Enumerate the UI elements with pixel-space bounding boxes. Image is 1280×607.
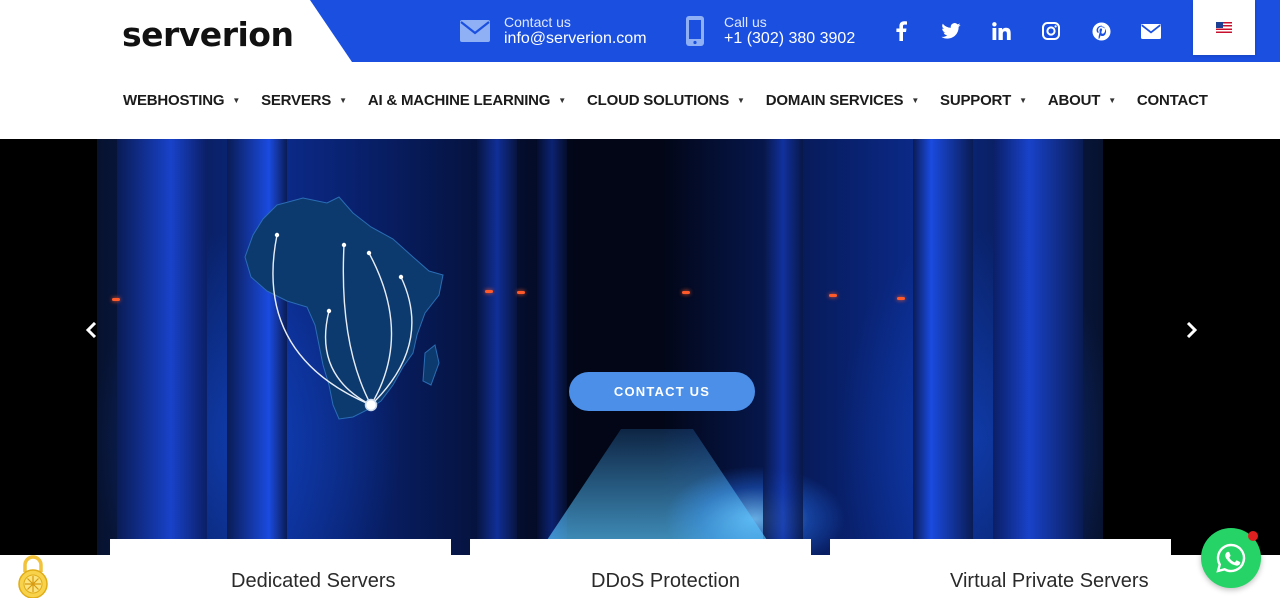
feature-card-dedicated-servers[interactable]: Dedicated Servers — [110, 539, 451, 607]
main-navigation: WEBHOSTING ▼ SERVERS ▼ AI & MACHINE LEARNI… — [0, 62, 1280, 139]
slider-prev-chevron-left-icon[interactable] — [80, 319, 102, 341]
feature-card-title: Virtual Private Servers — [950, 570, 1149, 592]
slider-next-chevron-right-icon[interactable] — [1181, 319, 1203, 341]
nav-item-label: SUPPORT — [940, 92, 1012, 109]
nav-item-webhosting[interactable]: WEBHOSTING ▼ — [123, 92, 240, 109]
nav-item-label: DOMAIN SERVICES — [765, 92, 904, 109]
contact-email-value[interactable]: info@serverion.com — [504, 30, 647, 48]
caret-down-icon: ▼ — [232, 96, 241, 105]
feature-card-title: Dedicated Servers — [231, 570, 396, 592]
contact-us-button[interactable]: CONTACT US — [569, 372, 755, 411]
nav-item-ai-machine-learning[interactable]: AI & MACHINE LEARNING ▼ — [368, 92, 566, 109]
feature-card-virtual-private-servers[interactable]: Virtual Private Servers — [830, 539, 1171, 607]
nav-item-about[interactable]: ABOUT ▼ — [1048, 92, 1116, 109]
contact-phone-label: Call us — [724, 13, 767, 30]
server-rack — [993, 139, 1083, 555]
nav-item-label: CLOUD SOLUTIONS — [587, 92, 729, 109]
server-rack — [537, 139, 567, 555]
linkedin-icon[interactable] — [976, 16, 1026, 46]
africa-map-icon — [244, 196, 444, 420]
cookie-lock-icon[interactable] — [16, 554, 50, 599]
caret-down-icon: ▼ — [911, 96, 920, 105]
mobile-phone-icon — [678, 16, 712, 46]
lit-floor — [537, 429, 777, 555]
email-icon[interactable] — [1126, 16, 1176, 46]
nav-item-domain-services[interactable]: DOMAIN SERVICES ▼ — [765, 92, 920, 109]
caret-down-icon: ▼ — [1019, 96, 1027, 105]
nav-item-label: ABOUT — [1047, 92, 1101, 109]
server-rack — [763, 139, 803, 555]
nav-item-label: WEBHOSTING — [123, 92, 225, 109]
feature-card-ddos-protection[interactable]: DDoS Protection — [470, 539, 811, 607]
nav-item-label: CONTACT — [1136, 92, 1208, 109]
nav-item-servers[interactable]: SERVERS ▼ — [261, 92, 347, 109]
rack-led — [829, 294, 837, 297]
language-selector[interactable] — [1193, 0, 1255, 55]
envelope-icon — [458, 16, 492, 46]
caret-down-icon: ▼ — [1108, 96, 1116, 105]
instagram-icon[interactable] — [1026, 16, 1076, 46]
contact-phone-block[interactable]: Call us +1 (302) 380 3902 — [678, 11, 855, 51]
nav-item-label: SERVERS — [261, 92, 332, 109]
caret-down-icon: ▼ — [339, 96, 347, 105]
nav-item-cloud-solutions[interactable]: CLOUD SOLUTIONS ▼ — [587, 92, 745, 109]
pinterest-icon[interactable] — [1076, 16, 1126, 46]
nav-item-support[interactable]: SUPPORT ▼ — [940, 92, 1027, 109]
top-bar: serverion Contact us info@serverion.com … — [0, 0, 1280, 62]
feature-card-title: DDoS Protection — [591, 570, 740, 592]
server-rack — [117, 139, 207, 555]
notification-dot — [1248, 531, 1258, 541]
caret-down-icon: ▼ — [737, 96, 745, 105]
us-flag-icon — [1216, 22, 1232, 33]
rack-led — [112, 298, 120, 301]
rack-led — [682, 291, 690, 294]
nav-item-label: AI & MACHINE LEARNING — [367, 92, 551, 109]
social-links — [876, 16, 1176, 46]
contact-phone-value[interactable]: +1 (302) 380 3902 — [724, 30, 855, 48]
hero-slider: CONTACT US — [0, 139, 1280, 555]
contact-email-block[interactable]: Contact us info@serverion.com — [458, 11, 647, 51]
facebook-icon[interactable] — [876, 16, 926, 46]
server-rack — [477, 139, 517, 555]
contact-email-label: Contact us — [504, 13, 571, 30]
nav-item-contact[interactable]: CONTACT — [1137, 92, 1208, 109]
site-logo[interactable]: serverion — [122, 18, 294, 51]
caret-down-icon: ▼ — [558, 96, 566, 105]
server-rack — [913, 139, 973, 555]
rack-led — [485, 290, 493, 293]
twitter-icon[interactable] — [926, 16, 976, 46]
rack-led — [897, 297, 905, 300]
rack-led — [517, 291, 525, 294]
